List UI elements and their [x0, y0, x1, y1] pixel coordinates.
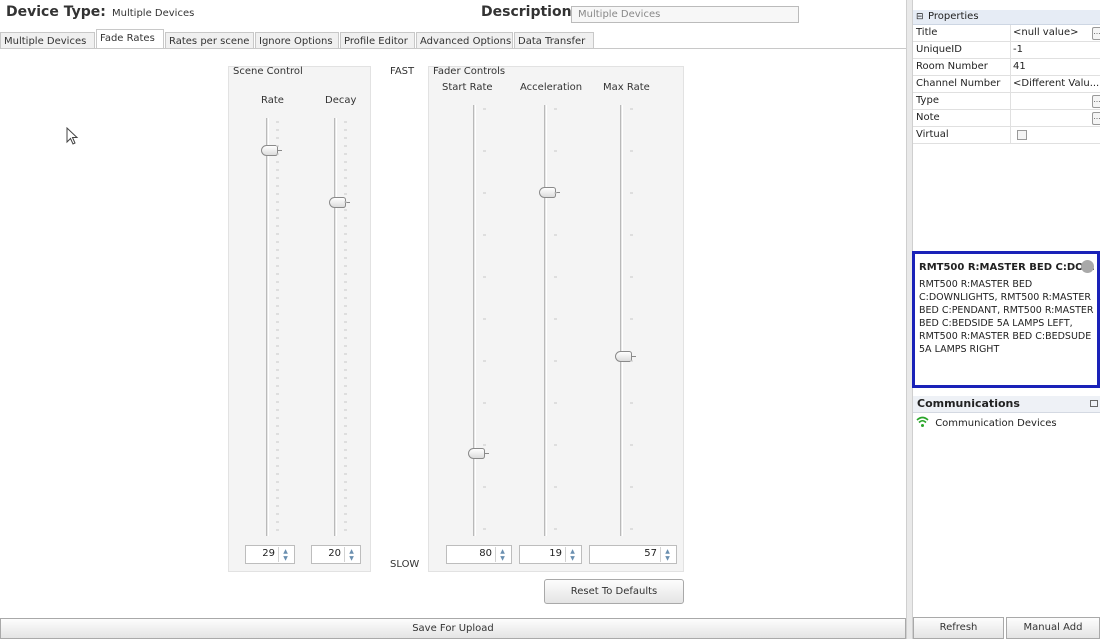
save-for-upload-button[interactable]: Save For Upload: [0, 618, 906, 639]
max-rate-value: 57: [644, 548, 657, 559]
communication-devices-label: Communication Devices: [935, 418, 1057, 429]
start-rate-label: Start Rate: [442, 82, 493, 93]
property-row-uniqueid[interactable]: UniqueID -1: [913, 42, 1100, 59]
slider-ticks: [276, 121, 279, 531]
slider-ticks: [344, 121, 347, 531]
tab-ignore-options[interactable]: Ignore Options: [255, 32, 339, 49]
property-row-channel-number[interactable]: Channel Number <Different Valu...: [913, 76, 1100, 93]
property-key: Virtual: [916, 129, 949, 140]
fader-controls-title: Fader Controls: [433, 66, 506, 77]
manual-add-button[interactable]: Manual Add: [1006, 617, 1100, 639]
property-value[interactable]: <Different Valu...: [1013, 76, 1100, 92]
decay-value: 20: [328, 548, 341, 559]
virtual-checkbox[interactable]: [1017, 130, 1027, 140]
acceleration-slider-track[interactable]: [544, 105, 547, 536]
max-rate-slider-track[interactable]: [620, 105, 623, 536]
ellipsis-button[interactable]: …: [1092, 112, 1100, 125]
communications-title: Communications: [917, 397, 1020, 410]
description-label: Description:: [481, 4, 578, 20]
properties-title: Properties: [928, 11, 979, 22]
property-row-title[interactable]: Title <null value> …: [913, 25, 1100, 42]
acceleration-value: 19: [549, 548, 562, 559]
device-type-value: Multiple Devices: [112, 8, 195, 19]
slider-ticks: [630, 108, 633, 530]
start-rate-value: 80: [479, 548, 492, 559]
start-rate-spinner[interactable]: 80 ▲ ▼: [446, 545, 512, 564]
spinner-arrows-icon[interactable]: ▲ ▼: [495, 547, 509, 562]
refresh-button[interactable]: Refresh: [913, 617, 1004, 639]
scene-control-title: Scene Control: [233, 66, 303, 77]
rate-value: 29: [262, 548, 275, 559]
spinner-arrows-icon[interactable]: ▲ ▼: [565, 547, 579, 562]
acceleration-spinner[interactable]: 19 ▲ ▼: [519, 545, 582, 564]
property-row-note[interactable]: Note …: [913, 110, 1100, 127]
device-type-label: Device Type:: [6, 4, 106, 20]
spinner-arrows-icon[interactable]: ▲ ▼: [344, 547, 358, 562]
ellipsis-button[interactable]: …: [1092, 95, 1100, 108]
selection-info-body: RMT500 R:MASTER BED C:DOWNLIGHTS, RMT500…: [919, 279, 1094, 355]
slider-ticks: [483, 108, 486, 530]
ellipsis-button[interactable]: …: [1092, 27, 1100, 40]
property-key: Title: [916, 27, 938, 38]
property-value[interactable]: -1: [1013, 42, 1100, 58]
property-key: Room Number: [916, 61, 988, 72]
property-row-virtual[interactable]: Virtual: [913, 127, 1100, 144]
tab-divider: [0, 48, 906, 49]
property-key: Note: [916, 112, 940, 123]
selection-info-box: RMT500 R:MASTER BED C:DO... RMT500 R:MAS…: [912, 251, 1100, 388]
description-input[interactable]: [571, 6, 799, 23]
property-key: Type: [916, 95, 939, 106]
close-icon[interactable]: [1081, 260, 1094, 273]
properties-header: ⊟ Properties: [913, 10, 1100, 25]
window-icon[interactable]: [1090, 400, 1098, 407]
collapse-icon[interactable]: ⊟: [916, 10, 924, 24]
property-key: Channel Number: [916, 78, 1001, 89]
communication-devices-item[interactable]: Communication Devices: [916, 416, 1057, 429]
property-value[interactable]: <null value>: [1013, 25, 1083, 41]
tab-rates-per-scene[interactable]: Rates per scene: [165, 32, 254, 49]
selection-info-title: RMT500 R:MASTER BED C:DO...: [919, 262, 1095, 273]
max-rate-spinner[interactable]: 57 ▲ ▼: [589, 545, 677, 564]
spinner-arrows-icon[interactable]: ▲ ▼: [660, 547, 674, 562]
reset-to-defaults-button[interactable]: Reset To Defaults: [544, 579, 684, 604]
fast-label: FAST: [390, 66, 415, 77]
property-row-room-number[interactable]: Room Number 41: [913, 59, 1100, 76]
rate-slider-track[interactable]: [266, 118, 269, 536]
property-row-type[interactable]: Type …: [913, 93, 1100, 110]
mouse-cursor-icon: [66, 127, 79, 145]
slider-ticks: [554, 108, 557, 530]
tab-advanced-options[interactable]: Advanced Options: [416, 32, 513, 49]
tab-data-transfer[interactable]: Data Transfer: [514, 32, 594, 49]
communications-header: Communications: [913, 396, 1100, 413]
rate-label: Rate: [261, 95, 284, 106]
decay-slider-track[interactable]: [334, 118, 337, 536]
acceleration-label: Acceleration: [520, 82, 583, 93]
property-key: UniqueID: [916, 44, 962, 55]
decay-label: Decay: [325, 95, 357, 106]
property-value[interactable]: 41: [1013, 59, 1100, 75]
decay-spinner[interactable]: 20 ▲ ▼: [311, 545, 361, 564]
tab-fade-rates[interactable]: Fade Rates: [96, 29, 164, 49]
tab-multiple-devices[interactable]: Multiple Devices: [0, 32, 95, 49]
slow-label: SLOW: [390, 559, 420, 570]
rate-spinner[interactable]: 29 ▲ ▼: [245, 545, 295, 564]
spinner-arrows-icon[interactable]: ▲ ▼: [278, 547, 292, 562]
start-rate-slider-track[interactable]: [473, 105, 476, 536]
max-rate-label: Max Rate: [603, 82, 650, 93]
tab-profile-editor[interactable]: Profile Editor: [340, 32, 415, 49]
wifi-icon: [916, 416, 929, 427]
